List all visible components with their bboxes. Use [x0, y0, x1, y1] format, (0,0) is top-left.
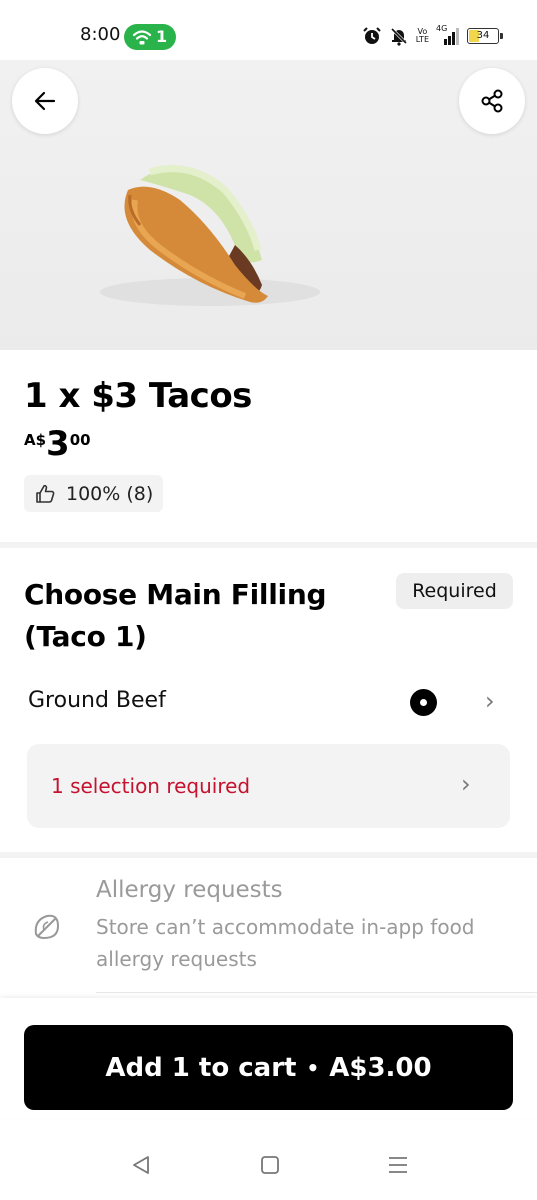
allergy-leaf-icon	[34, 914, 59, 939]
alarm-icon	[362, 27, 381, 44]
section-title: Choose Main Filling (Taco 1)	[24, 578, 327, 653]
thumbs-up-icon	[36, 484, 55, 503]
section-divider	[0, 542, 537, 548]
arrow-left-icon	[34, 91, 56, 111]
allergy-row-icon	[30, 910, 64, 948]
hotspot-indicator: 1	[124, 24, 176, 50]
rating-text: 100% (8)	[66, 482, 154, 505]
battery-level: 34	[476, 30, 490, 41]
chevron-right-icon[interactable]: ›	[485, 687, 495, 715]
option-label: Ground Beef	[28, 688, 166, 713]
hero-image	[0, 60, 537, 350]
volte-icon: Vo LTE	[416, 28, 429, 44]
option-ground-beef[interactable]: Ground Beef ›	[0, 676, 537, 730]
radio-selected[interactable]	[410, 689, 437, 716]
selection-required-row[interactable]: 1 selection required ›	[27, 744, 510, 828]
battery-tip	[500, 33, 503, 39]
bell-muted-icon	[390, 27, 407, 46]
share-button[interactable]	[459, 68, 525, 134]
back-button[interactable]	[12, 68, 78, 134]
allergy-description: Store can’t accommodate in-app food alle…	[96, 915, 475, 971]
cart-separator: •	[306, 1055, 320, 1080]
row-divider	[96, 992, 537, 993]
allergy-title: Allergy requests	[96, 877, 283, 903]
price-currency: A$	[24, 431, 47, 449]
hotspot-icon	[132, 30, 152, 45]
product-price: A$ 3 00	[24, 426, 91, 462]
section-divider	[0, 852, 537, 858]
add-to-cart-button[interactable]: Add 1 to cart • A$3.00	[24, 1025, 513, 1110]
required-badge: Required	[396, 573, 513, 609]
nav-home-icon[interactable]	[259, 1154, 281, 1176]
price-cents: 00	[69, 431, 91, 449]
status-bar: 8:00 1 Vo LTE 4G 34	[0, 0, 537, 60]
status-icons: Vo LTE 4G 34	[362, 24, 503, 48]
system-nav-bar	[0, 1130, 537, 1200]
nav-back-icon[interactable]	[130, 1154, 152, 1176]
taco-image	[100, 165, 320, 306]
add-to-cart-label: Add 1 to cart	[105, 1052, 297, 1083]
product-title: 1 x $3 Tacos	[24, 376, 252, 416]
add-to-cart-price: A$3.00	[329, 1052, 432, 1083]
price-integer: 3	[46, 424, 70, 464]
nav-menu-icon[interactable]	[387, 1154, 409, 1176]
radio-dot	[420, 699, 427, 706]
battery-icon: 34	[467, 28, 503, 44]
chevron-right-icon: ›	[461, 770, 471, 798]
share-icon	[481, 89, 503, 113]
volte-bottom-label: LTE	[415, 35, 429, 44]
error-message: 1 selection required	[51, 774, 251, 798]
signal-icon: 4G	[436, 24, 460, 46]
hotspot-count: 1	[156, 27, 168, 46]
status-time: 8:00	[80, 24, 121, 45]
rating-chip: 100% (8)	[24, 475, 164, 512]
